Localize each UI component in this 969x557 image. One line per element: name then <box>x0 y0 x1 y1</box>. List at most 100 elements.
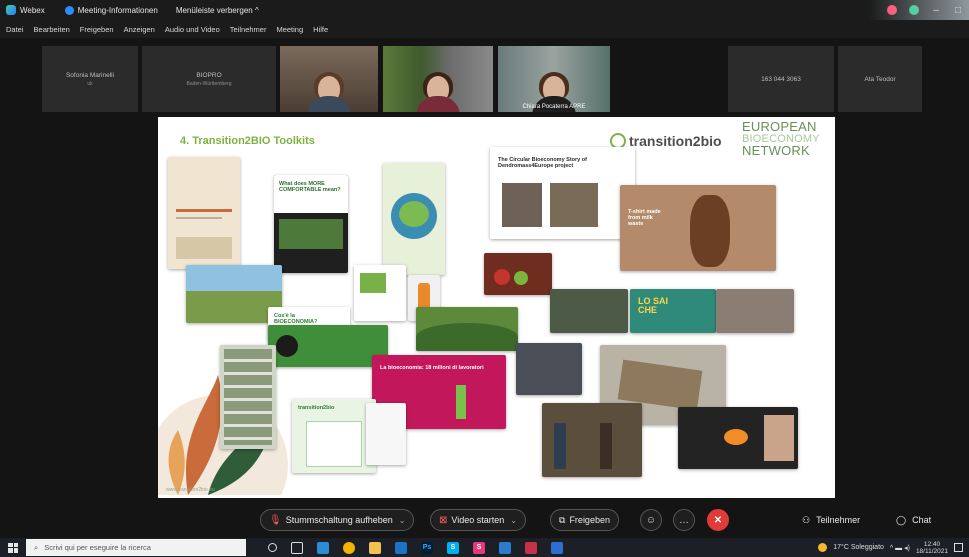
tray-icons[interactable]: ^ ▬ ◂) <box>890 544 910 552</box>
more-options-button[interactable]: … <box>673 509 695 531</box>
participant-subtitle: Baden-Württemberg <box>186 80 232 87</box>
menu-item-teilnehmer[interactable]: Teilnehmer <box>230 25 267 34</box>
toolkit-card-interview <box>716 289 794 333</box>
reactions-button[interactable]: ☺ <box>640 509 662 531</box>
toolkit-card-booklet <box>168 157 240 269</box>
status-indicator-icon[interactable] <box>909 5 919 15</box>
menu-item-bearbeiten[interactable]: Bearbeiten <box>34 25 70 34</box>
meeting-controls: 🎙 Stummschaltung aufheben ⌄ ⊠ Video star… <box>0 500 969 538</box>
toolkit-card-planet <box>383 163 445 275</box>
participant-tile[interactable]: Ata Teodor <box>838 46 922 112</box>
minimize-button[interactable]: – <box>931 5 941 16</box>
chevron-up-icon: ^ <box>254 5 259 15</box>
participant-video-tile-active[interactable]: Chiara Pocaterra APRE <box>498 46 610 112</box>
toolkit-card-people <box>550 289 628 333</box>
chevron-down-icon[interactable]: ⌄ <box>399 516 406 525</box>
card-tshirt-text: T-shirt made from milk waste <box>628 209 661 227</box>
menu-item-audio-video[interactable]: Audio und Video <box>165 25 220 34</box>
start-button[interactable] <box>0 538 26 557</box>
card-losai-text: LO SAI CHE <box>638 296 669 315</box>
hide-menubar-button[interactable]: Menüleiste verbergen ^ <box>176 6 259 15</box>
webex-logo-icon <box>6 5 16 15</box>
meeting-info-label: Meeting-Informationen <box>77 5 158 15</box>
search-icon: ⌕ <box>34 542 39 552</box>
chat-icon: ◯ <box>896 514 907 525</box>
file-explorer-icon[interactable] <box>369 541 381 554</box>
toolkit-card-comfortable: What does MORE COMFORTABLE mean? <box>274 175 348 273</box>
toolkit-card-orange <box>678 407 798 469</box>
menu-item-freigeben[interactable]: Freigeben <box>80 25 114 34</box>
search-placeholder: Scrivi qui per eseguire la ricerca <box>44 543 151 552</box>
toolkit-card-app: transition2bio <box>292 399 376 473</box>
menu-item-meeting[interactable]: Meeting <box>276 25 303 34</box>
taskbar-search-box[interactable]: ⌕ Scrivi qui per eseguire la ricerca <box>26 539 246 556</box>
window-controls: – □ <box>887 0 963 20</box>
toolkit-card-shop <box>542 403 642 477</box>
webex-taskbar-icon[interactable] <box>551 541 563 554</box>
participant-tile[interactable]: 163 044 3063 <box>728 46 834 112</box>
skype-icon[interactable]: S <box>447 541 459 554</box>
video-off-icon: ⊠ <box>439 514 448 526</box>
participant-video-tile[interactable] <box>280 46 378 112</box>
smile-icon: ☺ <box>645 514 657 526</box>
participant-video-tile[interactable] <box>383 46 493 112</box>
chevron-down-icon[interactable]: ⌄ <box>510 516 517 525</box>
chrome-icon[interactable] <box>343 541 355 554</box>
ebn-logo: EUROPEAN BIOECONOMY NETWORK <box>742 120 820 158</box>
participants-panel-button[interactable]: ⚇ Teilnehmer <box>802 509 860 531</box>
toolkit-card-story: The Circular Bioeconomy Story of Dendrom… <box>490 147 635 239</box>
store-icon[interactable] <box>395 541 407 554</box>
participant-name: Sofonia Marinelli <box>65 71 115 79</box>
menu-bar: Datei Bearbeiten Freigeben Anzeigen Audi… <box>0 20 969 38</box>
edge-icon[interactable] <box>317 541 329 554</box>
meeting-info-button[interactable]: Meeting-Informationen <box>64 5 158 15</box>
participant-name: BIOPRO <box>196 71 222 79</box>
chat-label: Chat <box>912 515 932 525</box>
participant-subtitle: uk <box>87 80 93 87</box>
card-bioeconomia-text: Cos'è la BIOECONOMIA? <box>274 313 318 325</box>
task-view-icon[interactable] <box>291 541 303 554</box>
participant-strip: Sofonia Marinelli uk BIOPRO Baden-Württe… <box>0 46 969 112</box>
mail-icon[interactable] <box>499 541 511 554</box>
end-meeting-button[interactable]: ✕ <box>707 509 729 531</box>
start-video-label: Video starten <box>451 515 505 525</box>
windows-logo-icon <box>8 542 18 553</box>
notifications-icon[interactable] <box>954 543 963 552</box>
card-t2b-text: transition2bio <box>298 405 335 411</box>
maximize-button[interactable]: □ <box>953 5 963 16</box>
participant-tile[interactable]: BIOPRO Baden-Württemberg <box>142 46 276 112</box>
app-pink-icon[interactable]: S <box>473 541 485 554</box>
slide-footer-url: www.transition2bio.eu <box>166 487 215 493</box>
participant-tile[interactable]: Sofonia Marinelli uk <box>42 46 138 112</box>
cortana-icon[interactable] <box>268 543 277 552</box>
participants-icon: ⚇ <box>802 514 811 525</box>
info-icon <box>64 5 74 15</box>
participant-name: Chiara Pocaterra APRE <box>522 104 586 110</box>
chat-panel-button[interactable]: ◯ Chat <box>896 509 931 531</box>
menu-item-datei[interactable]: Datei <box>6 25 24 34</box>
menu-item-anzeigen[interactable]: Anzeigen <box>124 25 155 34</box>
clock[interactable]: 12:40 18/11/2021 <box>916 541 948 555</box>
office-icon[interactable] <box>525 541 537 554</box>
participant-tile-empty <box>614 46 724 112</box>
card-story-text: The Circular Bioeconomy Story of Dendrom… <box>498 157 587 169</box>
share-button[interactable]: ⧉ Freigeben <box>550 509 619 531</box>
photoshop-icon[interactable]: Ps <box>421 541 433 554</box>
start-video-button[interactable]: ⊠ Video starten ⌄ <box>430 509 526 531</box>
card-milioni-text: La bioeconomia: 18 milioni di lavoratori <box>380 365 484 371</box>
share-icon: ⧉ <box>559 514 566 525</box>
toolkit-card-lab <box>516 343 582 395</box>
system-tray: 17°C Soleggiato ^ ▬ ◂) 12:40 18/11/2021 <box>818 538 963 557</box>
toolkit-card-small <box>354 265 406 321</box>
toolkit-card-losai: LO SAI CHE <box>630 289 716 333</box>
close-icon: ✕ <box>713 514 723 526</box>
unmute-button[interactable]: 🎙 Stummschaltung aufheben ⌄ <box>260 509 415 531</box>
unmute-label: Stummschaltung aufheben <box>285 515 393 525</box>
weather-text[interactable]: 17°C Soleggiato <box>833 544 884 551</box>
clock-time: 12:40 <box>923 540 941 548</box>
recording-indicator-icon[interactable] <box>887 5 897 15</box>
ebn-line-3: NETWORK <box>742 143 810 158</box>
participant-name: 163 044 3063 <box>761 75 801 83</box>
menu-item-hilfe[interactable]: Hilfe <box>313 25 328 34</box>
mic-muted-icon: 🎙 <box>269 514 282 526</box>
